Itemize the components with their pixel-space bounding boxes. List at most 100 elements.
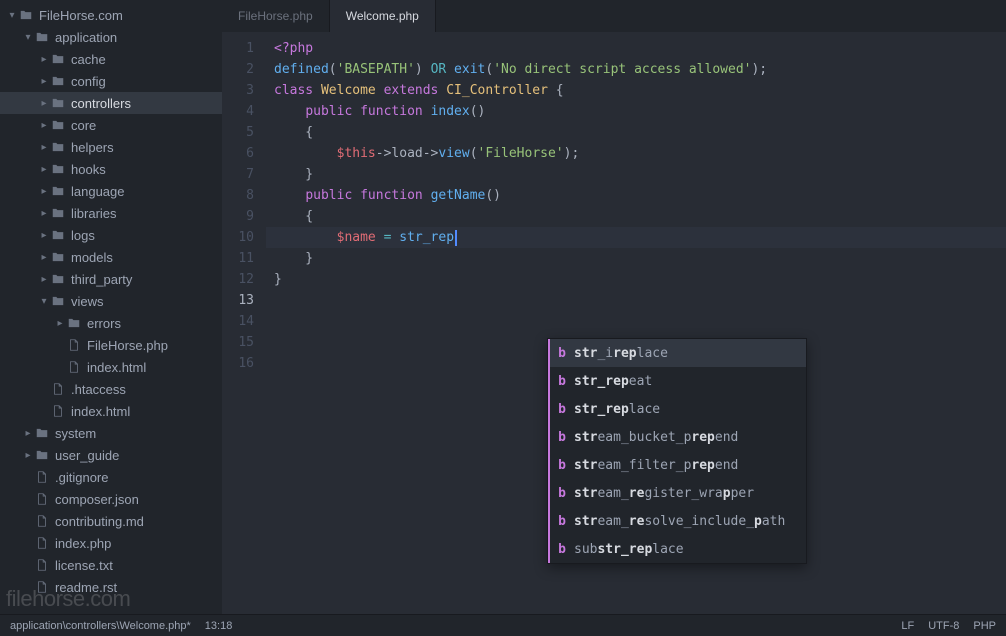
tree-folder[interactable]: ▸ helpers — [0, 136, 222, 158]
tree-folder[interactable]: ▸user_guide — [0, 444, 222, 466]
editor-tab[interactable]: Welcome.php — [330, 0, 436, 32]
tree-item-label: config — [71, 74, 106, 89]
code-line[interactable]: { — [266, 206, 1006, 227]
code-editor[interactable]: 12345678910111213141516 <?phpdefined('BA… — [222, 32, 1006, 614]
file-tree-sidebar[interactable]: ▾FileHorse.com▾application▸cache▸config▸… — [0, 0, 222, 614]
code-line[interactable]: public function index() — [266, 101, 1006, 122]
folder-icon — [50, 271, 66, 287]
tree-file[interactable]: .gitignore — [0, 466, 222, 488]
tree-folder[interactable]: ▸models — [0, 246, 222, 268]
chevron-right-icon[interactable]: ▸ — [38, 208, 50, 219]
chevron-right-icon[interactable]: ▸ — [38, 230, 50, 241]
autocomplete-item[interactable]: bstream_register_wrapper — [548, 479, 806, 507]
chevron-right-icon[interactable]: ▸ — [38, 120, 50, 131]
tree-file[interactable]: .htaccess — [0, 378, 222, 400]
tree-file[interactable]: readme.rst — [0, 576, 222, 598]
tree-folder[interactable]: ▸hooks — [0, 158, 222, 180]
tree-item-label: helpers — [71, 140, 114, 155]
status-cursor-pos[interactable]: 13:18 — [205, 620, 233, 632]
tree-file[interactable]: index.php — [0, 532, 222, 554]
code-line[interactable]: defined('BASEPATH') OR exit('No direct s… — [266, 59, 1006, 80]
autocomplete-popup[interactable]: bstr_ireplacebstr_repeatbstr_replacebstr… — [547, 338, 807, 564]
tree-item-label: controllers — [71, 96, 131, 111]
tree-folder[interactable]: ▾application — [0, 26, 222, 48]
tree-folder[interactable]: ▸ config — [0, 70, 222, 92]
chevron-right-icon[interactable]: ▸ — [54, 318, 66, 329]
tree-file[interactable]: index.html — [0, 400, 222, 422]
autocomplete-item[interactable]: bstr_repeat — [548, 367, 806, 395]
chevron-right-icon[interactable]: ▸ — [38, 76, 50, 87]
tree-folder[interactable]: ▸language — [0, 180, 222, 202]
chevron-right-icon[interactable]: ▸ — [38, 54, 50, 65]
tree-folder[interactable]: ▸ controllers — [0, 92, 222, 114]
status-line-ending[interactable]: LF — [901, 620, 914, 632]
autocomplete-item[interactable]: bsubstr_replace — [548, 535, 806, 563]
tree-item-label: composer.json — [55, 492, 139, 507]
tree-folder[interactable]: ▾FileHorse.com — [0, 4, 222, 26]
autocomplete-kind-badge: b — [548, 423, 574, 451]
chevron-right-icon[interactable]: ▸ — [38, 164, 50, 175]
folder-icon — [34, 425, 50, 441]
tree-file[interactable]: contributing.md — [0, 510, 222, 532]
code-line[interactable]: public function getName() — [266, 185, 1006, 206]
tree-folder[interactable]: ▾ views — [0, 290, 222, 312]
autocomplete-item[interactable]: bstr_replace — [548, 395, 806, 423]
code-line[interactable]: { — [266, 122, 1006, 143]
autocomplete-kind-badge: b — [548, 367, 574, 395]
autocomplete-item[interactable]: bstream_filter_prepend — [548, 451, 806, 479]
tree-item-label: cache — [71, 52, 106, 67]
tree-item-label: contributing.md — [55, 514, 144, 529]
chevron-down-icon[interactable]: ▾ — [6, 10, 18, 21]
file-icon — [34, 579, 50, 595]
tree-folder[interactable]: ▸core — [0, 114, 222, 136]
folder-icon — [50, 227, 66, 243]
folder-icon — [50, 293, 66, 309]
tree-item-label: views — [71, 294, 104, 309]
tree-item-label: license.txt — [55, 558, 113, 573]
line-gutter: 12345678910111213141516 — [222, 32, 266, 614]
status-encoding[interactable]: UTF-8 — [928, 620, 959, 632]
code-line[interactable]: <?php — [266, 38, 1006, 59]
status-language[interactable]: PHP — [973, 620, 996, 632]
tree-item-label: index.html — [87, 360, 146, 375]
editor-tab[interactable]: FileHorse.php — [222, 0, 330, 32]
status-path[interactable]: application\controllers\Welcome.php* — [10, 620, 191, 632]
tree-folder[interactable]: ▸libraries — [0, 202, 222, 224]
autocomplete-kind-badge: b — [548, 479, 574, 507]
code-line[interactable]: $this->load->view('FileHorse'); — [266, 143, 1006, 164]
tree-file[interactable]: index.html — [0, 356, 222, 378]
tree-file[interactable]: composer.json — [0, 488, 222, 510]
tree-folder[interactable]: ▸errors — [0, 312, 222, 334]
folder-icon — [34, 29, 50, 45]
autocomplete-label: stream_filter_prepend — [574, 455, 738, 476]
folder-icon — [50, 139, 66, 155]
code-line[interactable]: class Welcome extends CI_Controller { — [266, 80, 1006, 101]
chevron-down-icon[interactable]: ▾ — [38, 296, 50, 307]
tree-folder[interactable]: ▸ cache — [0, 48, 222, 70]
tree-item-label: index.html — [71, 404, 130, 419]
tree-folder[interactable]: ▸logs — [0, 224, 222, 246]
autocomplete-item[interactable]: bstream_resolve_include_path — [548, 507, 806, 535]
text-cursor — [455, 230, 457, 246]
chevron-down-icon[interactable]: ▾ — [22, 32, 34, 43]
tree-folder[interactable]: ▸system — [0, 422, 222, 444]
autocomplete-item[interactable]: bstr_ireplace — [548, 339, 806, 367]
code-line[interactable]: $name = str_rep — [266, 227, 1006, 248]
chevron-right-icon[interactable]: ▸ — [38, 186, 50, 197]
folder-icon — [66, 315, 82, 331]
chevron-right-icon[interactable]: ▸ — [38, 142, 50, 153]
autocomplete-item[interactable]: bstream_bucket_prepend — [548, 423, 806, 451]
code-line[interactable]: } — [266, 269, 1006, 290]
file-icon — [50, 381, 66, 397]
chevron-right-icon[interactable]: ▸ — [22, 428, 34, 439]
autocomplete-label: str_replace — [574, 399, 660, 420]
tree-file[interactable]: FileHorse.php — [0, 334, 222, 356]
chevron-right-icon[interactable]: ▸ — [38, 274, 50, 285]
chevron-right-icon[interactable]: ▸ — [38, 98, 50, 109]
tree-folder[interactable]: ▸third_party — [0, 268, 222, 290]
chevron-right-icon[interactable]: ▸ — [22, 450, 34, 461]
code-line[interactable]: } — [266, 248, 1006, 269]
code-line[interactable]: } — [266, 164, 1006, 185]
tree-file[interactable]: license.txt — [0, 554, 222, 576]
chevron-right-icon[interactable]: ▸ — [38, 252, 50, 263]
